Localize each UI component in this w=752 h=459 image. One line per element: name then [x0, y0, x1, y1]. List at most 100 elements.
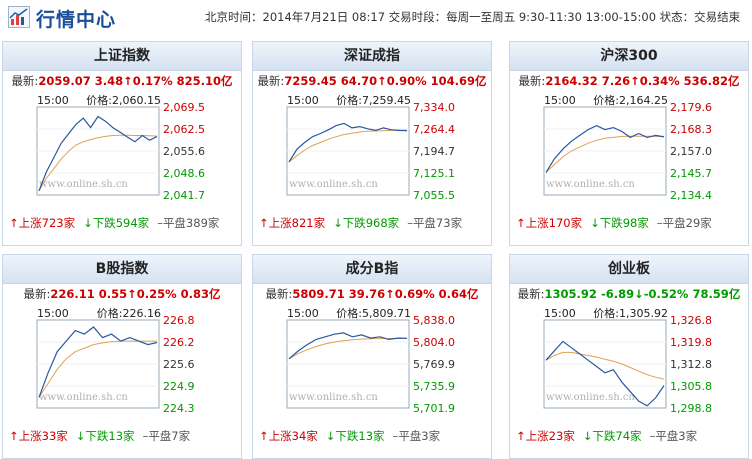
- advancers-count[interactable]: ↑上涨23家: [516, 429, 575, 443]
- change-value: 7.26: [601, 74, 631, 88]
- y-tick-label: 5,838.0: [413, 314, 455, 327]
- index-name[interactable]: 创业板: [510, 255, 748, 284]
- unchanged-count[interactable]: –平盘389家: [157, 216, 219, 230]
- time-label: 15:00: [287, 307, 319, 320]
- header: 行情中心 北京时间：2014年7月21日 08:17 交易时段：每周一至周五 9…: [0, 0, 752, 36]
- change-value: 64.70: [340, 74, 378, 88]
- change-arrow-icon: ↑: [127, 287, 137, 301]
- quote-line: 最新:1305.92 -6.89↓-0.52% 78.59亿: [510, 284, 748, 304]
- latest-value: 226.11: [50, 287, 95, 301]
- decliners-count[interactable]: ↓下跌13家: [76, 429, 135, 443]
- watermark: www.online.sh.cn: [546, 179, 635, 190]
- unchanged-count[interactable]: –平盘3家: [393, 429, 441, 443]
- y-tick-label: 1,305.8: [670, 380, 712, 393]
- price-label: 价格:7,259.45: [336, 93, 411, 107]
- advancers-count[interactable]: ↑上涨170家: [516, 216, 582, 230]
- watermark: www.online.sh.cn: [39, 392, 128, 403]
- price-label: 价格:5,809.71: [336, 306, 411, 320]
- y-tick-label: 1,319.8: [670, 336, 712, 349]
- turnover-amount: 0.83亿: [180, 287, 221, 301]
- y-tick-label: 5,804.0: [413, 336, 455, 349]
- latest-value: 7259.45: [284, 74, 337, 88]
- y-tick-label: 2,041.7: [163, 189, 205, 202]
- quote-line: 最新:2059.07 3.48↑0.17% 825.10亿: [3, 71, 241, 91]
- price-label: 价格:1,305.92: [593, 306, 668, 320]
- y-tick-label: 7,125.1: [413, 167, 455, 180]
- index-name[interactable]: 深证成指: [253, 42, 491, 71]
- quote-label: 最新:: [11, 74, 39, 88]
- y-tick-label: 1,326.8: [670, 314, 712, 327]
- change-arrow-icon: ↑: [630, 74, 640, 88]
- change-percent: 0.17%: [132, 74, 173, 88]
- index-panel[interactable]: 沪深300 最新:2164.32 7.26↑0.34% 536.82亿 2,179.…: [509, 41, 749, 246]
- time-label: 15:00: [37, 94, 69, 107]
- intraday-chart: 2,069.5 2,062.5 2,055.6 2,048.6 2,041.7 15:00…: [36, 93, 205, 202]
- y-tick-label: 1,312.8: [670, 358, 712, 371]
- watermark: www.online.sh.cn: [289, 392, 378, 403]
- latest-value: 1305.92: [544, 287, 597, 301]
- turnover-amount: 0.64亿: [438, 287, 479, 301]
- index-panel[interactable]: B股指数 最新:226.11 0.55↑0.25% 0.83亿 226.8 226.2…: [2, 254, 242, 459]
- y-tick-label: 5,701.9: [413, 402, 455, 415]
- change-percent: 0.90%: [386, 74, 427, 88]
- advance-decline-stats: ↑上涨23家 ↓下跌74家 –平盘3家: [516, 425, 748, 447]
- index-panel[interactable]: 深证成指 最新:7259.45 64.70↑0.90% 104.69亿 7,334.…: [252, 41, 492, 246]
- time-label: 15:00: [37, 307, 69, 320]
- advance-decline-stats: ↑上涨821家 ↓下跌968家 –平盘73家: [259, 212, 491, 234]
- index-name[interactable]: B股指数: [3, 255, 241, 284]
- change-arrow-icon: ↑: [377, 74, 387, 88]
- change-percent: 0.69%: [394, 287, 435, 301]
- change-percent: 0.34%: [639, 74, 680, 88]
- quote-label: 最新:: [257, 74, 285, 88]
- page-title: 行情中心: [36, 9, 117, 31]
- quote-line: 最新:7259.45 64.70↑0.90% 104.69亿: [253, 71, 491, 91]
- y-tick-label: 226.2: [163, 336, 195, 349]
- index-panel[interactable]: 上证指数 最新:2059.07 3.48↑0.17% 825.10亿 2,069.5…: [2, 41, 242, 246]
- advancers-count[interactable]: ↑上涨723家: [9, 216, 75, 230]
- advancers-count[interactable]: ↑上涨33家: [9, 429, 68, 443]
- y-tick-label: 5,769.9: [413, 358, 455, 371]
- unchanged-count[interactable]: –平盘3家: [650, 429, 698, 443]
- change-percent: -0.52%: [643, 287, 689, 301]
- change-value: 3.48: [94, 74, 124, 88]
- unchanged-count[interactable]: –平盘73家: [407, 216, 462, 230]
- quote-line: 最新:226.11 0.55↑0.25% 0.83亿: [3, 284, 241, 304]
- index-name[interactable]: 沪深300: [510, 42, 748, 71]
- y-tick-label: 2,055.6: [163, 145, 205, 158]
- y-tick-label: 2,069.5: [163, 101, 205, 114]
- price-label: 价格:226.16: [97, 306, 161, 320]
- change-value: -6.89: [600, 287, 635, 301]
- y-tick-label: 2,145.7: [670, 167, 712, 180]
- index-panel[interactable]: 成分B指 最新:5809.71 39.76↑0.69% 0.64亿 5,838.0 5…: [252, 254, 492, 459]
- advancers-count[interactable]: ↑上涨821家: [259, 216, 325, 230]
- market-status-info: 北京时间：2014年7月21日 08:17 交易时段：每周一至周五 9:30-1…: [205, 10, 741, 24]
- advance-decline-stats: ↑上涨170家 ↓下跌98家 –平盘29家: [516, 212, 748, 234]
- y-tick-label: 1,298.8: [670, 402, 712, 415]
- time-label: 15:00: [544, 94, 576, 107]
- decliners-count[interactable]: ↓下跌13家: [326, 429, 385, 443]
- intraday-chart: 1,326.8 1,319.8 1,312.8 1,305.8 1,298.8 15:00…: [543, 306, 712, 415]
- decliners-count[interactable]: ↓下跌968家: [333, 216, 399, 230]
- turnover-amount: 536.82亿: [683, 74, 740, 88]
- y-tick-label: 5,735.9: [413, 380, 455, 393]
- advance-decline-stats: ↑上涨34家 ↓下跌13家 –平盘3家: [259, 425, 491, 447]
- quote-line: 最新:5809.71 39.76↑0.69% 0.64亿: [253, 284, 491, 304]
- y-tick-label: 2,157.0: [670, 145, 712, 158]
- decliners-count[interactable]: ↓下跌74家: [583, 429, 642, 443]
- unchanged-count[interactable]: –平盘7家: [143, 429, 191, 443]
- advancers-count[interactable]: ↑上涨34家: [259, 429, 318, 443]
- index-name[interactable]: 上证指数: [3, 42, 241, 71]
- price-label: 价格:2,060.15: [86, 93, 161, 107]
- unchanged-count[interactable]: –平盘29家: [657, 216, 712, 230]
- turnover-amount: 78.59亿: [692, 287, 741, 301]
- watermark: www.online.sh.cn: [39, 179, 128, 190]
- decliners-count[interactable]: ↓下跌98家: [590, 216, 649, 230]
- index-panel[interactable]: 创业板 最新:1305.92 -6.89↓-0.52% 78.59亿 1,326.8…: [509, 254, 749, 459]
- latest-value: 2059.07: [38, 74, 91, 88]
- index-name[interactable]: 成分B指: [253, 255, 491, 284]
- y-tick-label: 7,334.0: [413, 101, 455, 114]
- intraday-chart: 2,179.6 2,168.3 2,157.0 2,145.7 2,134.4 15:00…: [543, 93, 712, 202]
- time-label: 15:00: [544, 307, 576, 320]
- decliners-count[interactable]: ↓下跌594家: [83, 216, 149, 230]
- advance-decline-stats: ↑上涨723家 ↓下跌594家 –平盘389家: [9, 212, 241, 234]
